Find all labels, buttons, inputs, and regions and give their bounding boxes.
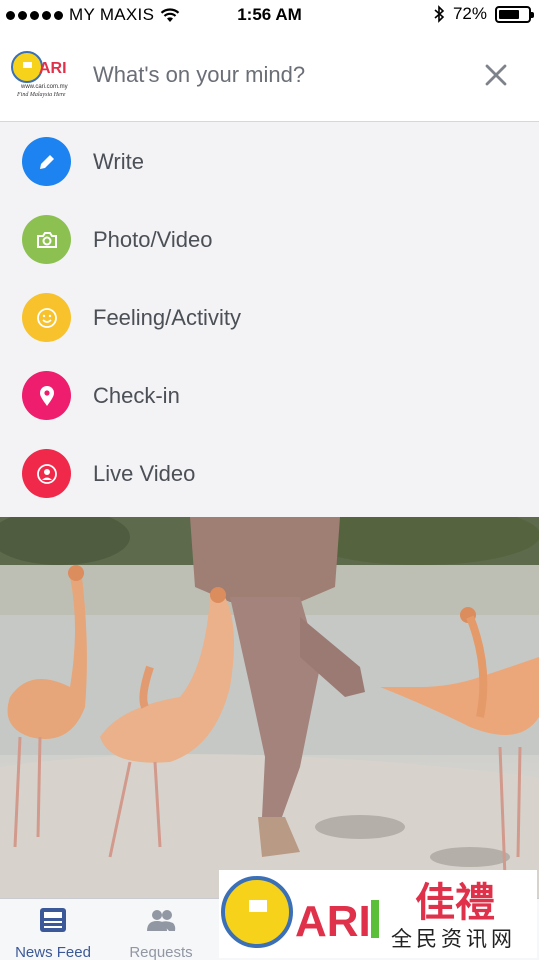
tab-news-feed[interactable]: News Feed — [3, 907, 103, 960]
svg-text:www.cari.com.my: www.cari.com.my — [20, 84, 68, 90]
camera-icon — [22, 215, 71, 264]
background-photo — [0, 517, 539, 898]
avatar: ARI www.cari.com.my Find Malaysia Here — [11, 51, 68, 98]
tab-label: Requests — [129, 944, 193, 960]
svg-text:Find Malaysia Here: Find Malaysia Here — [16, 92, 66, 98]
battery-percent: 72% — [452, 4, 487, 23]
svg-text:ARI: ARI — [295, 897, 371, 946]
menu-item-live-video[interactable]: Live Video — [0, 434, 539, 512]
svg-text:佳禮: 佳禮 — [415, 879, 495, 926]
status-right: 72% — [434, 4, 534, 24]
menu-item-label: Check-in — [93, 383, 180, 408]
menu-item-label: Feeling/Activity — [93, 305, 241, 330]
news-feed-icon — [40, 908, 66, 932]
menu-item-feeling-activity[interactable]: Feeling/Activity — [0, 278, 539, 356]
svg-text:全民资讯网: 全民资讯网 — [391, 927, 516, 951]
tab-requests[interactable]: Requests — [111, 907, 211, 960]
menu-item-check-in[interactable]: Check-in — [0, 356, 539, 434]
composer-action-menu: Write Photo/Video Feeling/Activity Check… — [0, 122, 539, 517]
battery-icon — [495, 5, 534, 23]
composer-header: ARI www.cari.com.my Find Malaysia Here W… — [0, 30, 539, 122]
menu-item-label: Write — [93, 149, 144, 174]
tab-label: News Feed — [15, 944, 91, 960]
menu-item-label: Photo/Video — [93, 227, 213, 252]
friend-requests-icon — [147, 910, 176, 931]
svg-text:ARI: ARI — [39, 60, 67, 77]
status-bar: MY MAXIS 1:56 AM 72% — [0, 0, 539, 30]
menu-item-write[interactable]: Write — [0, 122, 539, 200]
close-icon[interactable] — [481, 60, 511, 90]
pencil-icon — [22, 137, 71, 186]
map-pin-icon — [22, 371, 71, 420]
battery-fill — [499, 9, 520, 19]
status-input[interactable]: What's on your mind? — [93, 62, 305, 88]
watermark-logo: ARI 佳禮 全民资讯网 — [219, 870, 537, 958]
menu-item-photo-video[interactable]: Photo/Video — [0, 200, 539, 278]
bluetooth-icon — [434, 5, 445, 23]
cari-logo: ARI 佳禮 全民资讯网 — [221, 876, 516, 951]
menu-item-label: Live Video — [93, 461, 196, 486]
photo-illustration — [0, 517, 539, 898]
live-broadcast-icon — [22, 449, 71, 498]
smiley-icon — [22, 293, 71, 342]
